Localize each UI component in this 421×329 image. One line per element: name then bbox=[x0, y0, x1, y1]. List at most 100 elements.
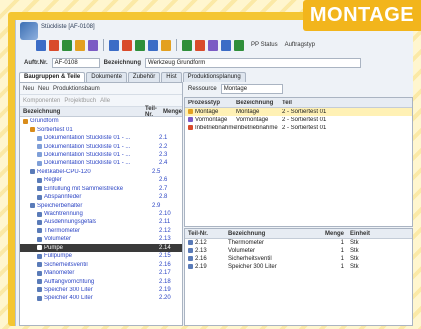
col-bezeichnung[interactable]: Bezeichnung bbox=[228, 231, 308, 237]
tree-row[interactable]: Manometer 2.17 bbox=[20, 269, 182, 277]
tree-row[interactable]: Grundform bbox=[20, 117, 182, 125]
part-icon bbox=[37, 287, 42, 293]
tree-row-label: Dokumentation Stückliste 01 - ... bbox=[44, 151, 131, 158]
tree-row[interactable]: Einfüllung mit Sammelstrecke 2.7 bbox=[20, 185, 182, 193]
parts-row[interactable]: 2.13 Volumeter 1 Stk bbox=[185, 247, 412, 255]
col-einheit[interactable]: Einheit bbox=[350, 231, 380, 237]
tab-baugruppen[interactable]: Baugruppen & Teile bbox=[19, 72, 86, 82]
col-menge[interactable]: Menge bbox=[163, 109, 182, 115]
user-icon[interactable] bbox=[182, 39, 192, 51]
process-type-icon bbox=[188, 108, 193, 114]
parts-row[interactable]: 2.16 Sicherheitsventil 1 Stk bbox=[185, 255, 412, 263]
part-name-cell: Speicher 300 Liter bbox=[228, 264, 277, 270]
tab-produktionsplanung[interactable]: Produktionsplanung bbox=[182, 72, 246, 82]
col-bezeichnung[interactable]: Bezeichnung bbox=[20, 109, 145, 115]
components-button[interactable]: Komponenten bbox=[23, 98, 60, 104]
new-button[interactable]: Neu bbox=[23, 86, 34, 92]
tree-row[interactable]: Sortiertest 01 bbox=[20, 125, 182, 133]
open-icon[interactable] bbox=[36, 39, 46, 51]
resource-select[interactable]: Montage bbox=[220, 83, 283, 94]
process-row[interactable]: Montage Montage 2 - Sortiertest 01 bbox=[185, 108, 412, 116]
part-unit-cell: Stk bbox=[350, 240, 359, 246]
part-quantity-cell: 1 bbox=[340, 248, 344, 254]
tools-icon[interactable] bbox=[148, 39, 158, 51]
col-teil-nr[interactable]: Teil-Nr. bbox=[185, 231, 228, 237]
list-icon[interactable] bbox=[221, 39, 231, 51]
col-bezeichnung[interactable]: Bezeichnung bbox=[236, 100, 282, 106]
tree-row[interactable]: Speicher 400 Liter 2.20 bbox=[20, 294, 182, 302]
tree-row-number: 2.8 bbox=[159, 194, 168, 201]
resource-label: Ressource bbox=[188, 85, 217, 92]
tree-row[interactable]: Dokumentation Stückliste 01 - ... 2.4 bbox=[20, 159, 182, 167]
tree-row[interactable]: Abspannfeder 2.8 bbox=[20, 193, 182, 201]
tree-row[interactable]: Regler 2.6 bbox=[20, 176, 182, 184]
part-icon bbox=[37, 186, 42, 192]
production-tree-button[interactable]: Produktionsbaum bbox=[53, 86, 100, 92]
tree-row-name: Sortiertest 01 bbox=[20, 127, 152, 133]
process-part-cell: 2 - Sortiertest 01 bbox=[282, 117, 327, 123]
process-header: Prozesstyp Bezeichnung Teil bbox=[185, 98, 412, 108]
tab-zubehoer[interactable]: Zubehör bbox=[127, 72, 161, 82]
process-type-label: Inbetriebnahme bbox=[195, 125, 236, 132]
save-icon[interactable] bbox=[49, 39, 59, 51]
tree-row[interactable]: Pumpe 2.14 bbox=[20, 243, 182, 252]
col-teil[interactable]: Teil bbox=[282, 100, 342, 106]
col-prozesstyp[interactable]: Prozesstyp bbox=[185, 100, 236, 106]
order-number-field[interactable]: AF-0108 bbox=[51, 58, 100, 68]
grid-icon[interactable] bbox=[161, 39, 171, 51]
copy-icon[interactable] bbox=[75, 39, 85, 51]
tree-row[interactable]: Ausdehnungsgefäß 2.11 bbox=[20, 218, 182, 226]
process-row[interactable]: Inbetriebnahme Inbetriebnahme 2 - Sortiert… bbox=[185, 124, 412, 132]
tree-row[interactable]: Dokumentation Stückliste 01 - ... 2.2 bbox=[20, 142, 182, 150]
all-filter-button[interactable]: Alle bbox=[100, 98, 110, 104]
paste-icon[interactable] bbox=[88, 39, 98, 51]
tree-row[interactable]: Reißkabel-CPU-120 2.5 bbox=[20, 168, 182, 176]
main-toolbar: PP Status Auftragstyp bbox=[36, 35, 413, 55]
print-icon[interactable] bbox=[62, 39, 72, 51]
tree-row[interactable]: Dokumentation Stückliste 01 - ... 2.1 bbox=[20, 134, 182, 142]
tree-row-label: Dokumentation Stückliste 01 - ... bbox=[44, 160, 131, 167]
tree-row[interactable]: Sicherheitsventil 2.16 bbox=[20, 260, 182, 268]
tree-row[interactable]: Speicherbehälter 2.9 bbox=[20, 201, 182, 209]
tree-row[interactable]: Füllpumpe 2.15 bbox=[20, 252, 182, 260]
col-menge[interactable]: Menge bbox=[308, 231, 350, 237]
add-icon[interactable] bbox=[122, 39, 132, 51]
process-table: Prozesstyp Bezeichnung Teil Montage Monta… bbox=[184, 97, 413, 227]
tree-row-name: Abspannfeder bbox=[20, 194, 159, 200]
help-icon[interactable] bbox=[234, 39, 244, 51]
part-icon bbox=[188, 247, 193, 253]
col-teil-nr[interactable]: Teil-Nr. bbox=[145, 106, 163, 118]
chart-icon[interactable] bbox=[135, 39, 145, 51]
part-number-cell: 2.19 bbox=[185, 263, 228, 270]
auftragstyp-menu[interactable]: Auftragstyp bbox=[285, 42, 315, 48]
tree-row[interactable]: Dokumentation Stückliste 01 - ... 2.3 bbox=[20, 151, 182, 159]
parts-row[interactable]: 2.19 Speicher 300 Liter 1 Stk bbox=[185, 263, 412, 271]
project-book-button[interactable]: Projektbuch bbox=[64, 98, 96, 104]
tree-row[interactable]: Volumeter 2.13 bbox=[20, 235, 182, 243]
tree-row[interactable]: Wachtrennung 2.10 bbox=[20, 210, 182, 218]
link-icon[interactable] bbox=[109, 39, 119, 51]
tree-row-label: Regler bbox=[44, 177, 62, 184]
settings-icon[interactable] bbox=[208, 39, 218, 51]
tab-bar: Baugruppen & Teile Dokumente Zubehör His… bbox=[19, 72, 246, 82]
process-type-label: Montage bbox=[195, 109, 219, 116]
calendar-icon[interactable] bbox=[195, 39, 205, 51]
parts-row[interactable]: 2.12 Thermometer 1 Stk bbox=[185, 239, 412, 247]
part-icon bbox=[37, 270, 42, 276]
tree-row[interactable]: Thermometer 2.12 bbox=[20, 227, 182, 235]
tab-dokumente[interactable]: Dokumente bbox=[86, 72, 127, 82]
pp-status-menu[interactable]: PP Status bbox=[251, 42, 278, 48]
part-name-cell: Volumeter bbox=[228, 248, 256, 254]
tree-row[interactable]: Speicher 300 Liter 2.19 bbox=[20, 286, 182, 294]
process-row[interactable]: Vormontage Vormontage 2 - Sortiertest 01 bbox=[185, 116, 412, 124]
description-field[interactable]: Werkzeug Grundform bbox=[145, 58, 362, 68]
tree-row[interactable]: Auffangvorrichtung 2.18 bbox=[20, 277, 182, 285]
tree-row-name: Speicherbehälter bbox=[20, 203, 152, 209]
tree-row-label: Grundform bbox=[30, 118, 59, 125]
process-type-label: Vormontage bbox=[195, 117, 228, 124]
tab-hist[interactable]: Hist bbox=[161, 72, 182, 82]
new-sub-button[interactable]: Neu bbox=[38, 86, 49, 92]
part-icon bbox=[37, 211, 42, 217]
tree-row-name: Pumpe bbox=[20, 245, 159, 251]
part-icon bbox=[37, 253, 42, 259]
